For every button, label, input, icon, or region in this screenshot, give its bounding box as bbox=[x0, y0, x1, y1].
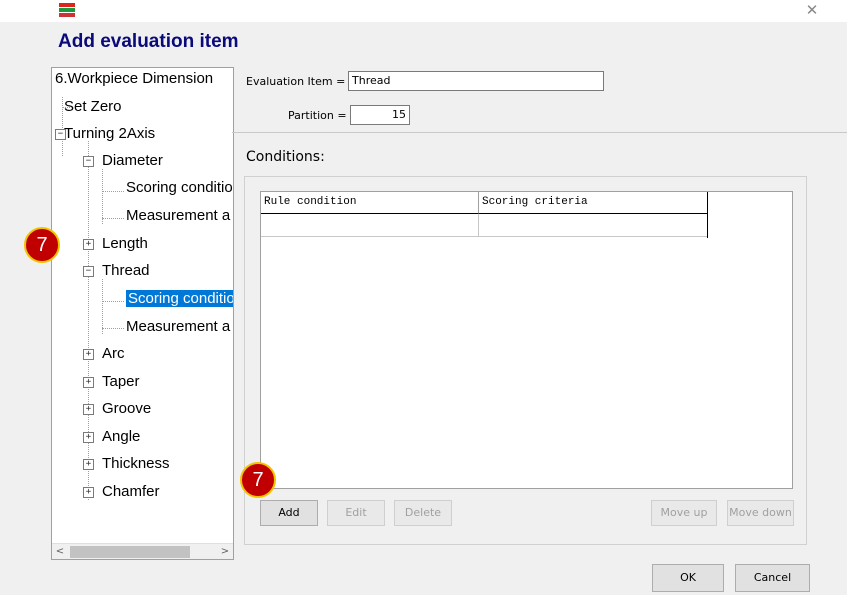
collapse-minus-icon[interactable]: − bbox=[55, 129, 66, 140]
tree-guide-line bbox=[62, 97, 63, 156]
expand-plus-icon[interactable]: + bbox=[83, 349, 94, 360]
conditions-table[interactable]: Rule condition Scoring criteria bbox=[260, 191, 793, 489]
conditions-label: Conditions: bbox=[246, 149, 325, 165]
scroll-right-icon[interactable]: > bbox=[217, 544, 233, 559]
window-titlebar bbox=[0, 0, 847, 22]
tree-item[interactable]: Turning 2Axis bbox=[64, 124, 155, 144]
tree-item[interactable]: Set Zero bbox=[64, 97, 122, 117]
tree-item[interactable]: Scoring conditio bbox=[126, 289, 233, 309]
tree-item-label: Groove bbox=[102, 400, 152, 417]
column-header-scoring-criteria[interactable]: Scoring criteria bbox=[479, 192, 707, 214]
delete-button[interactable]: Delete bbox=[394, 500, 452, 526]
expand-plus-icon[interactable]: + bbox=[83, 487, 94, 498]
partition-label: Partition = bbox=[288, 109, 347, 122]
tree-item-label: Measurement a bbox=[126, 207, 231, 224]
tree-guide-line bbox=[102, 191, 124, 192]
tree-item[interactable]: Chamfer bbox=[102, 482, 160, 502]
tree-item[interactable]: Angle bbox=[102, 427, 140, 447]
tree-guide-line bbox=[88, 141, 89, 500]
tree-item-label: Taper bbox=[102, 373, 140, 390]
partition-field[interactable]: 15 bbox=[350, 105, 410, 125]
tree-item[interactable]: Length bbox=[102, 234, 148, 254]
tree-item[interactable]: Scoring conditio bbox=[126, 178, 233, 198]
app-logo-icon bbox=[59, 3, 75, 17]
ok-button[interactable]: OK bbox=[652, 564, 724, 592]
tree-item[interactable]: Arc bbox=[102, 344, 125, 364]
table-cell[interactable] bbox=[261, 214, 479, 237]
close-window-icon[interactable]: ✕ bbox=[804, 2, 820, 18]
expand-plus-icon[interactable]: + bbox=[83, 377, 94, 388]
tree-guide-line bbox=[102, 328, 124, 329]
tree-item[interactable]: Thickness bbox=[102, 454, 170, 474]
tree-item-label: Thread bbox=[102, 262, 150, 279]
add-button[interactable]: Add bbox=[260, 500, 318, 526]
header-separator bbox=[232, 132, 847, 133]
collapse-minus-icon[interactable]: − bbox=[83, 156, 94, 167]
tree-item-label: Diameter bbox=[102, 152, 163, 169]
move-up-button[interactable]: Move up bbox=[651, 500, 717, 526]
table-body: Rule condition Scoring criteria bbox=[261, 192, 708, 238]
tree-item-label: Length bbox=[102, 235, 148, 252]
expand-plus-icon[interactable]: + bbox=[83, 432, 94, 443]
tree-item-label: Set Zero bbox=[64, 98, 122, 115]
step-badge: 7 bbox=[24, 227, 60, 263]
tree-item-label: Thickness bbox=[102, 455, 170, 472]
column-header-rule-condition[interactable]: Rule condition bbox=[261, 192, 479, 214]
tree-item-label: Scoring conditio bbox=[126, 179, 233, 196]
tree-guide-line bbox=[102, 279, 103, 334]
scroll-left-icon[interactable]: < bbox=[52, 544, 68, 559]
tree-item[interactable]: Diameter bbox=[102, 151, 163, 171]
evaluation-tree[interactable]: 6.Workpiece Dimension Set Zero Turning 2A… bbox=[51, 67, 234, 560]
tree-horizontal-scrollbar[interactable]: < > bbox=[52, 543, 233, 559]
tree-root-label: 6.Workpiece Dimension bbox=[55, 70, 214, 87]
step-badge: 7 bbox=[240, 462, 276, 498]
tree-item-label: Measurement a bbox=[126, 318, 231, 335]
tree-item-label: Arc bbox=[102, 345, 125, 362]
expand-plus-icon[interactable]: + bbox=[83, 404, 94, 415]
tree-root[interactable]: 6.Workpiece Dimension bbox=[55, 69, 213, 89]
expand-plus-icon[interactable]: + bbox=[83, 459, 94, 470]
tree-item[interactable]: Groove bbox=[102, 399, 151, 419]
expand-plus-icon[interactable]: + bbox=[83, 239, 94, 250]
dialog-title: Add evaluation item bbox=[58, 31, 239, 52]
evaluation-item-field[interactable]: Thread bbox=[348, 71, 604, 91]
tree-item[interactable]: Taper bbox=[102, 372, 140, 392]
collapse-minus-icon[interactable]: − bbox=[83, 266, 94, 277]
evaluation-item-label: Evaluation Item = bbox=[246, 75, 346, 88]
edit-button[interactable]: Edit bbox=[327, 500, 385, 526]
tree-item-label: Chamfer bbox=[102, 483, 160, 500]
tree-guide-line bbox=[102, 218, 124, 219]
tree-item-label: Turning 2Axis bbox=[64, 125, 156, 142]
tree-guide-line bbox=[102, 301, 124, 302]
tree-guide-line bbox=[102, 169, 103, 224]
tree-viewport: 6.Workpiece Dimension Set Zero Turning 2A… bbox=[52, 68, 233, 543]
move-down-button[interactable]: Move down bbox=[727, 500, 794, 526]
tree-item-label: Angle bbox=[102, 428, 141, 445]
scrollbar-thumb[interactable] bbox=[70, 546, 190, 558]
table-cell[interactable] bbox=[479, 214, 707, 237]
tree-item[interactable]: Measurement a bbox=[126, 317, 230, 337]
tree-item-label: Scoring conditio bbox=[126, 290, 233, 307]
cancel-button[interactable]: Cancel bbox=[735, 564, 810, 592]
tree-item[interactable]: Measurement a bbox=[126, 206, 230, 226]
tree-item[interactable]: Thread bbox=[102, 261, 150, 281]
